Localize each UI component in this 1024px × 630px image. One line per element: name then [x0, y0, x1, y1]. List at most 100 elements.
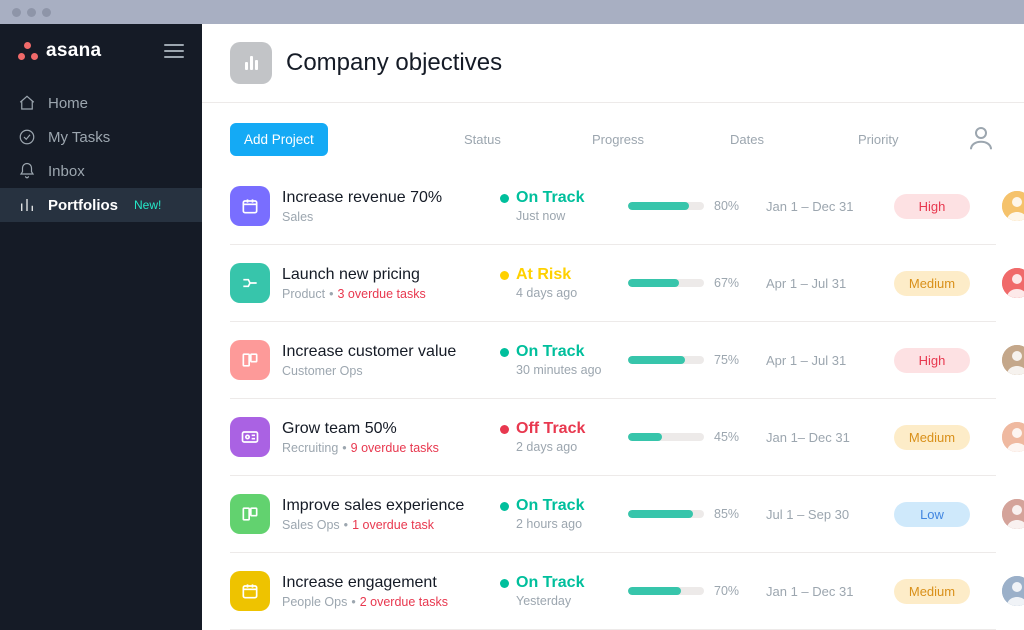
project-row[interactable]: Launch new pricing Product•3 overdue tas… — [230, 245, 996, 322]
traffic-light-max[interactable] — [42, 8, 51, 17]
dates-cell: Apr 1 – Jul 31 — [766, 276, 886, 291]
asana-logo-icon — [18, 42, 38, 60]
status-timestamp: 30 minutes ago — [516, 363, 620, 377]
project-subtitle: Recruiting•9 overdue tasks — [282, 441, 492, 455]
status-label: On Track — [516, 343, 584, 361]
owner-avatar[interactable] — [1002, 268, 1024, 298]
project-title-cell: Increase engagement People Ops•2 overdue… — [282, 573, 492, 610]
sidebar-item-inbox[interactable]: Inbox — [0, 154, 202, 188]
priority-cell: High — [894, 194, 994, 219]
dates-cell: Jan 1 – Dec 31 — [766, 584, 886, 599]
sidebar: asana Home My Tasks Inbox Portfolios New… — [0, 24, 202, 630]
status-cell: At Risk 4 days ago — [500, 266, 620, 300]
status-label: At Risk — [516, 266, 571, 284]
priority-pill: High — [894, 194, 970, 219]
progress-label: 80% — [714, 199, 739, 213]
owner-avatar[interactable] — [1002, 422, 1024, 452]
dates-cell: Jan 1– Dec 31 — [766, 430, 886, 445]
status-label: On Track — [516, 574, 584, 592]
dates-cell: Jan 1 – Dec 31 — [766, 199, 886, 214]
sidebar-item-my-tasks[interactable]: My Tasks — [0, 120, 202, 154]
progress-label: 45% — [714, 430, 739, 444]
project-row[interactable]: Grow team 50% Recruiting•9 overdue tasks… — [230, 399, 996, 476]
progress-label: 75% — [714, 353, 739, 367]
status-cell: On Track Yesterday — [500, 574, 620, 608]
project-list: Increase revenue 70% Sales On Track Just… — [202, 168, 1024, 630]
status-timestamp: 2 hours ago — [516, 517, 620, 531]
window-titlebar — [0, 0, 1024, 24]
owner-avatar[interactable] — [1002, 576, 1024, 606]
progress-bar — [628, 279, 704, 287]
home-icon — [18, 94, 36, 112]
project-title: Increase customer value — [282, 342, 492, 363]
priority-pill: Low — [894, 502, 970, 527]
status-dot-icon — [500, 502, 509, 511]
traffic-light-min[interactable] — [27, 8, 36, 17]
status-dot-icon — [500, 425, 509, 434]
priority-cell: Low — [894, 502, 994, 527]
status-dot-icon — [500, 348, 509, 357]
progress-bar — [628, 356, 704, 364]
project-title: Increase engagement — [282, 573, 492, 594]
sidebar-item-label: Portfolios — [48, 197, 118, 214]
project-icon — [230, 340, 270, 380]
project-row[interactable]: Improve sales experience Sales Ops•1 ove… — [230, 476, 996, 553]
priority-pill: Medium — [894, 425, 970, 450]
col-header-priority: Priority — [858, 132, 958, 147]
project-subtitle: People Ops•2 overdue tasks — [282, 595, 492, 609]
progress-label: 70% — [714, 584, 739, 598]
bell-icon — [18, 162, 36, 180]
sidebar-item-label: My Tasks — [48, 129, 110, 146]
col-header-status: Status — [464, 132, 584, 147]
owner-avatar[interactable] — [1002, 499, 1024, 529]
page-title: Company objectives — [286, 49, 502, 77]
progress-label: 67% — [714, 276, 739, 290]
status-cell: On Track 30 minutes ago — [500, 343, 620, 377]
progress-cell: 75% — [628, 353, 758, 367]
project-row[interactable]: Increase customer value Customer Ops On … — [230, 322, 996, 399]
project-title: Launch new pricing — [282, 265, 492, 286]
status-label: On Track — [516, 189, 584, 207]
progress-bar — [628, 433, 704, 441]
project-subtitle: Product•3 overdue tasks — [282, 287, 492, 301]
add-project-button[interactable]: Add Project — [230, 123, 328, 156]
priority-cell: Medium — [894, 425, 994, 450]
status-dot-icon — [500, 194, 509, 203]
progress-cell: 45% — [628, 430, 758, 444]
sidebar-item-label: Home — [48, 95, 88, 112]
project-subtitle: Customer Ops — [282, 364, 492, 378]
traffic-light-close[interactable] — [12, 8, 21, 17]
status-timestamp: Just now — [516, 209, 620, 223]
col-header-progress: Progress — [592, 132, 722, 147]
project-icon — [230, 417, 270, 457]
progress-label: 85% — [714, 507, 739, 521]
project-title: Increase revenue 70% — [282, 188, 492, 209]
priority-pill: Medium — [894, 579, 970, 604]
priority-pill: High — [894, 348, 970, 373]
project-title-cell: Launch new pricing Product•3 overdue tas… — [282, 265, 492, 302]
status-cell: On Track Just now — [500, 189, 620, 223]
status-label: On Track — [516, 497, 584, 515]
sidebar-item-portfolios[interactable]: Portfolios New! — [0, 188, 202, 222]
project-row[interactable]: Increase engagement People Ops•2 overdue… — [230, 553, 996, 630]
brand-row: asana — [0, 40, 202, 76]
priority-cell: Medium — [894, 271, 994, 296]
status-cell: On Track 2 hours ago — [500, 497, 620, 531]
menu-collapse-icon[interactable] — [164, 44, 184, 58]
bars-icon — [18, 196, 36, 214]
priority-pill: Medium — [894, 271, 970, 296]
priority-cell: High — [894, 348, 994, 373]
owner-avatar[interactable] — [1002, 191, 1024, 221]
project-row[interactable]: Increase revenue 70% Sales On Track Just… — [230, 168, 996, 245]
project-icon — [230, 186, 270, 226]
status-label: Off Track — [516, 420, 585, 438]
project-subtitle: Sales — [282, 210, 492, 224]
progress-bar — [628, 587, 704, 595]
portfolio-icon — [230, 42, 272, 84]
sidebar-item-home[interactable]: Home — [0, 86, 202, 120]
sidebar-nav: Home My Tasks Inbox Portfolios New! — [0, 86, 202, 222]
owner-avatar[interactable] — [1002, 345, 1024, 375]
status-timestamp: 4 days ago — [516, 286, 620, 300]
priority-cell: Medium — [894, 579, 994, 604]
status-cell: Off Track 2 days ago — [500, 420, 620, 454]
